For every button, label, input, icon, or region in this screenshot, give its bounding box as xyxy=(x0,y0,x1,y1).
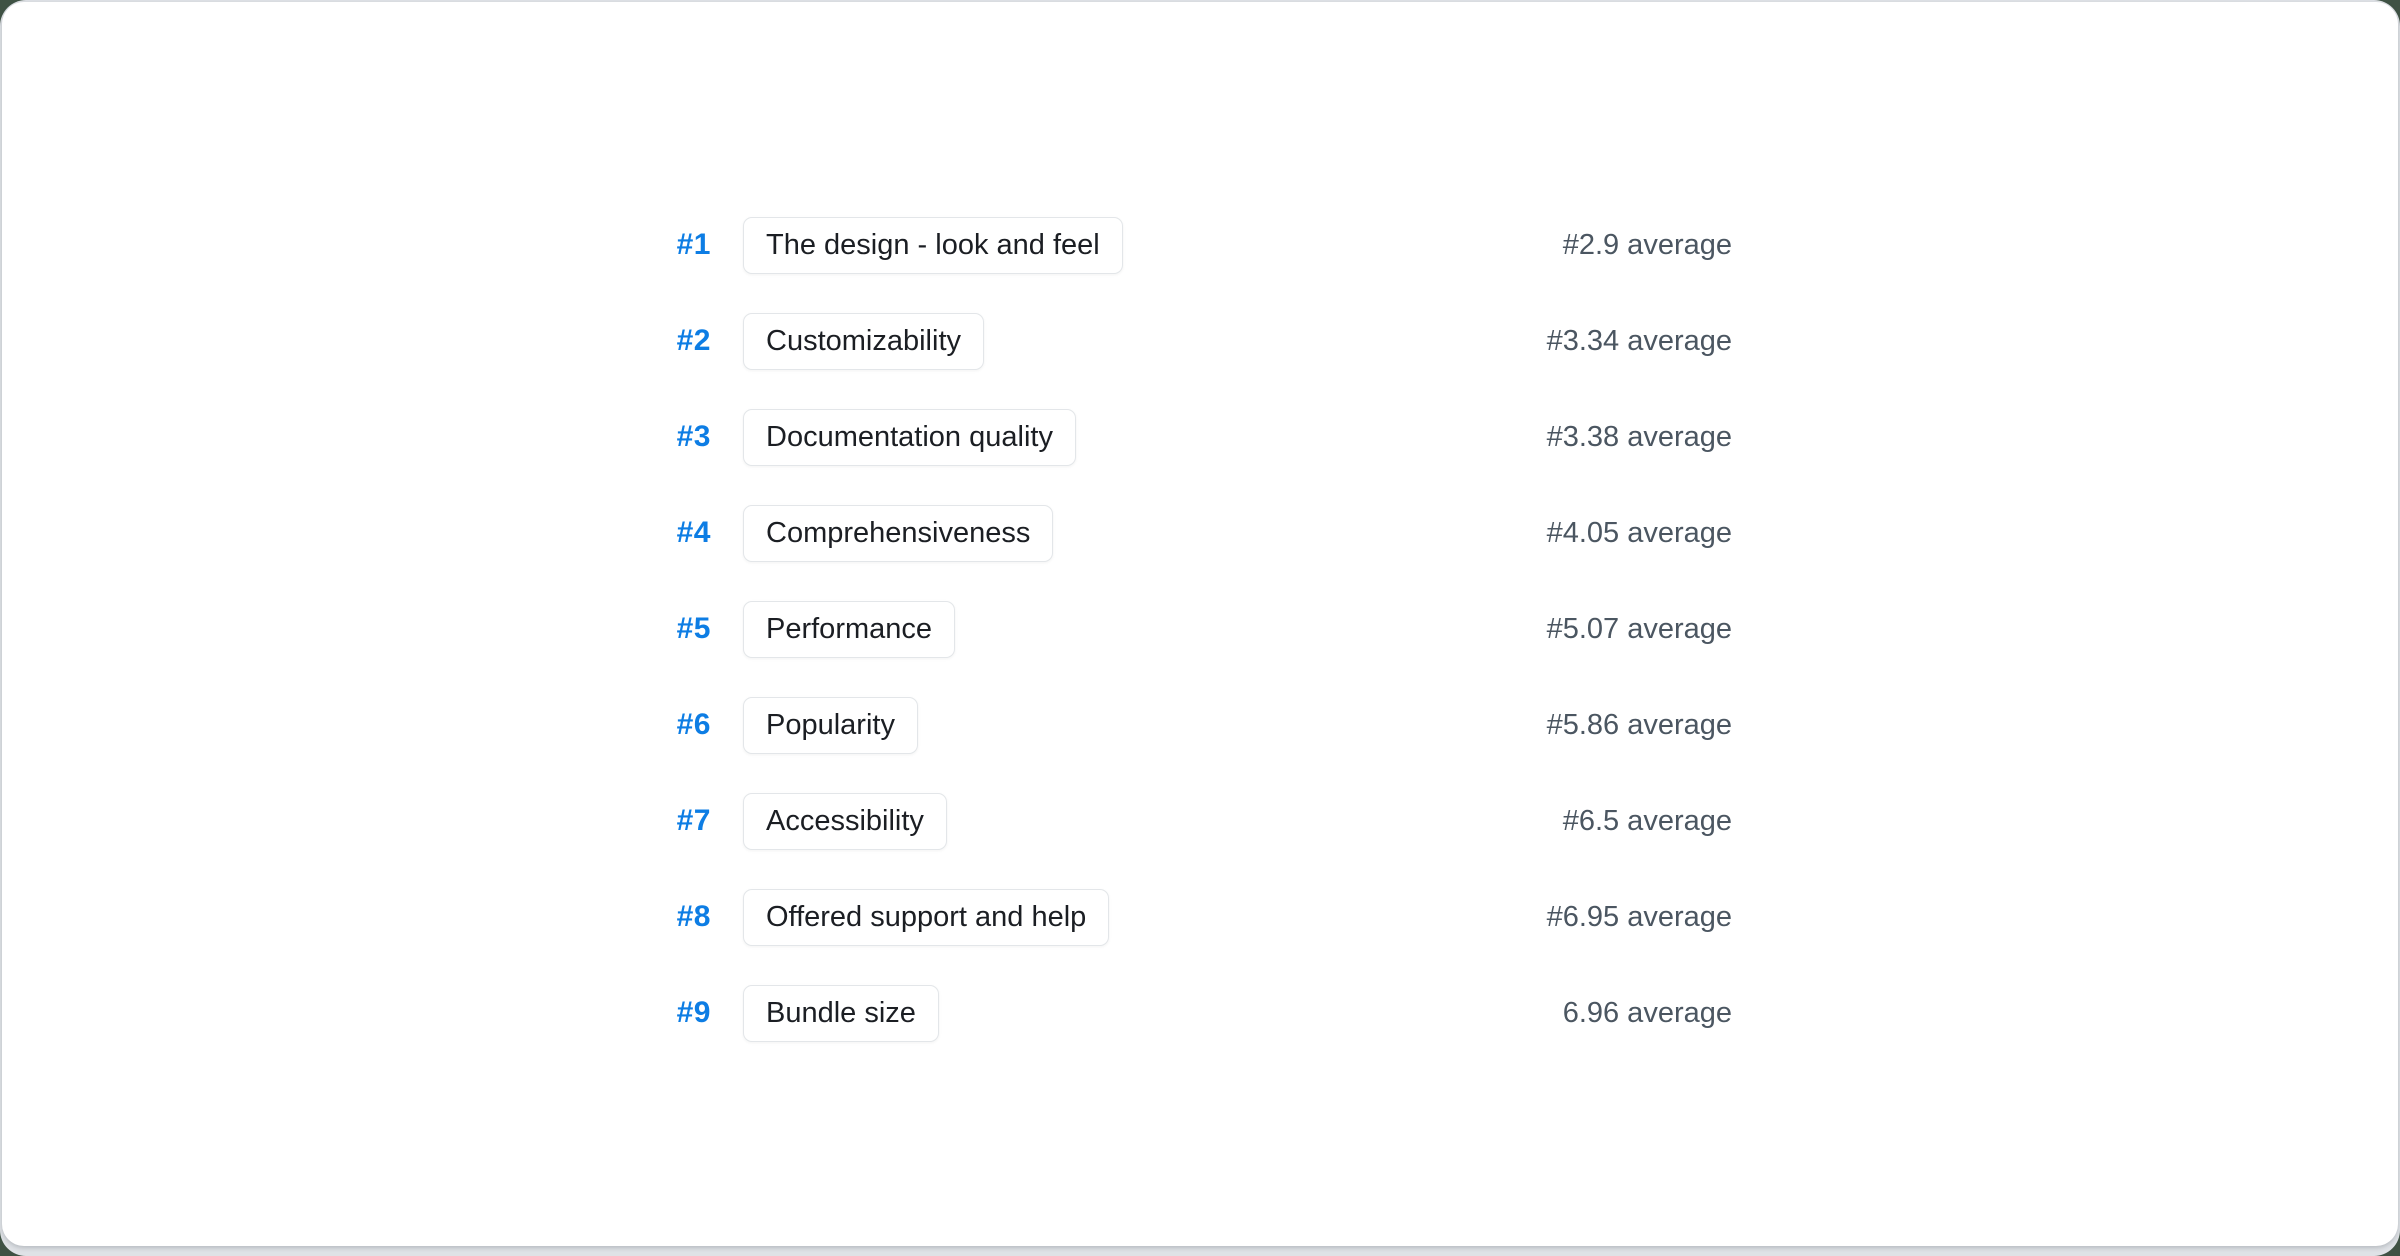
average-score: #5.86 average xyxy=(1547,709,1732,742)
rank-number: #2 xyxy=(635,324,711,358)
ranking-row: #5 Performance #5.07 average xyxy=(635,581,1732,677)
average-score: #6.5 average xyxy=(1563,805,1732,838)
rank-number: #6 xyxy=(635,708,711,742)
average-score: #3.38 average xyxy=(1547,421,1732,454)
ranking-row: #2 Customizability #3.34 average xyxy=(635,293,1732,389)
average-score: #3.34 average xyxy=(1547,325,1732,358)
ranking-row: #7 Accessibility #6.5 average xyxy=(635,773,1732,869)
ranking-item-label[interactable]: Documentation quality xyxy=(743,409,1076,466)
rank-number: #3 xyxy=(635,420,711,454)
average-score: #4.05 average xyxy=(1547,517,1732,550)
rank-number: #5 xyxy=(635,612,711,646)
rank-number: #7 xyxy=(635,804,711,838)
ranking-item-label[interactable]: Popularity xyxy=(743,697,918,754)
ranking-list: #1 The design - look and feel #2.9 avera… xyxy=(635,197,1732,1061)
rank-number: #8 xyxy=(635,900,711,934)
ranking-item-label[interactable]: Performance xyxy=(743,601,955,658)
ranking-item-label[interactable]: The design - look and feel xyxy=(743,217,1123,274)
ranking-row: #9 Bundle size 6.96 average xyxy=(635,965,1732,1061)
ranking-row: #4 Comprehensiveness #4.05 average xyxy=(635,485,1732,581)
results-card: #1 The design - look and feel #2.9 avera… xyxy=(2,2,2398,1246)
ranking-item-label[interactable]: Accessibility xyxy=(743,793,947,850)
ranking-item-label[interactable]: Bundle size xyxy=(743,985,939,1042)
rank-number: #4 xyxy=(635,516,711,550)
ranking-item-label[interactable]: Comprehensiveness xyxy=(743,505,1053,562)
ranking-row: #1 The design - look and feel #2.9 avera… xyxy=(635,197,1732,293)
rank-number: #9 xyxy=(635,996,711,1030)
ranking-item-label[interactable]: Customizability xyxy=(743,313,984,370)
rank-number: #1 xyxy=(635,228,711,262)
average-score: 6.96 average xyxy=(1563,997,1732,1030)
average-score: #6.95 average xyxy=(1547,901,1732,934)
average-score: #2.9 average xyxy=(1563,229,1732,262)
ranking-row: #3 Documentation quality #3.38 average xyxy=(635,389,1732,485)
ranking-item-label[interactable]: Offered support and help xyxy=(743,889,1109,946)
ranking-row: #6 Popularity #5.86 average xyxy=(635,677,1732,773)
average-score: #5.07 average xyxy=(1547,613,1732,646)
page-background: #1 The design - look and feel #2.9 avera… xyxy=(0,0,2400,1256)
ranking-row: #8 Offered support and help #6.95 averag… xyxy=(635,869,1732,965)
